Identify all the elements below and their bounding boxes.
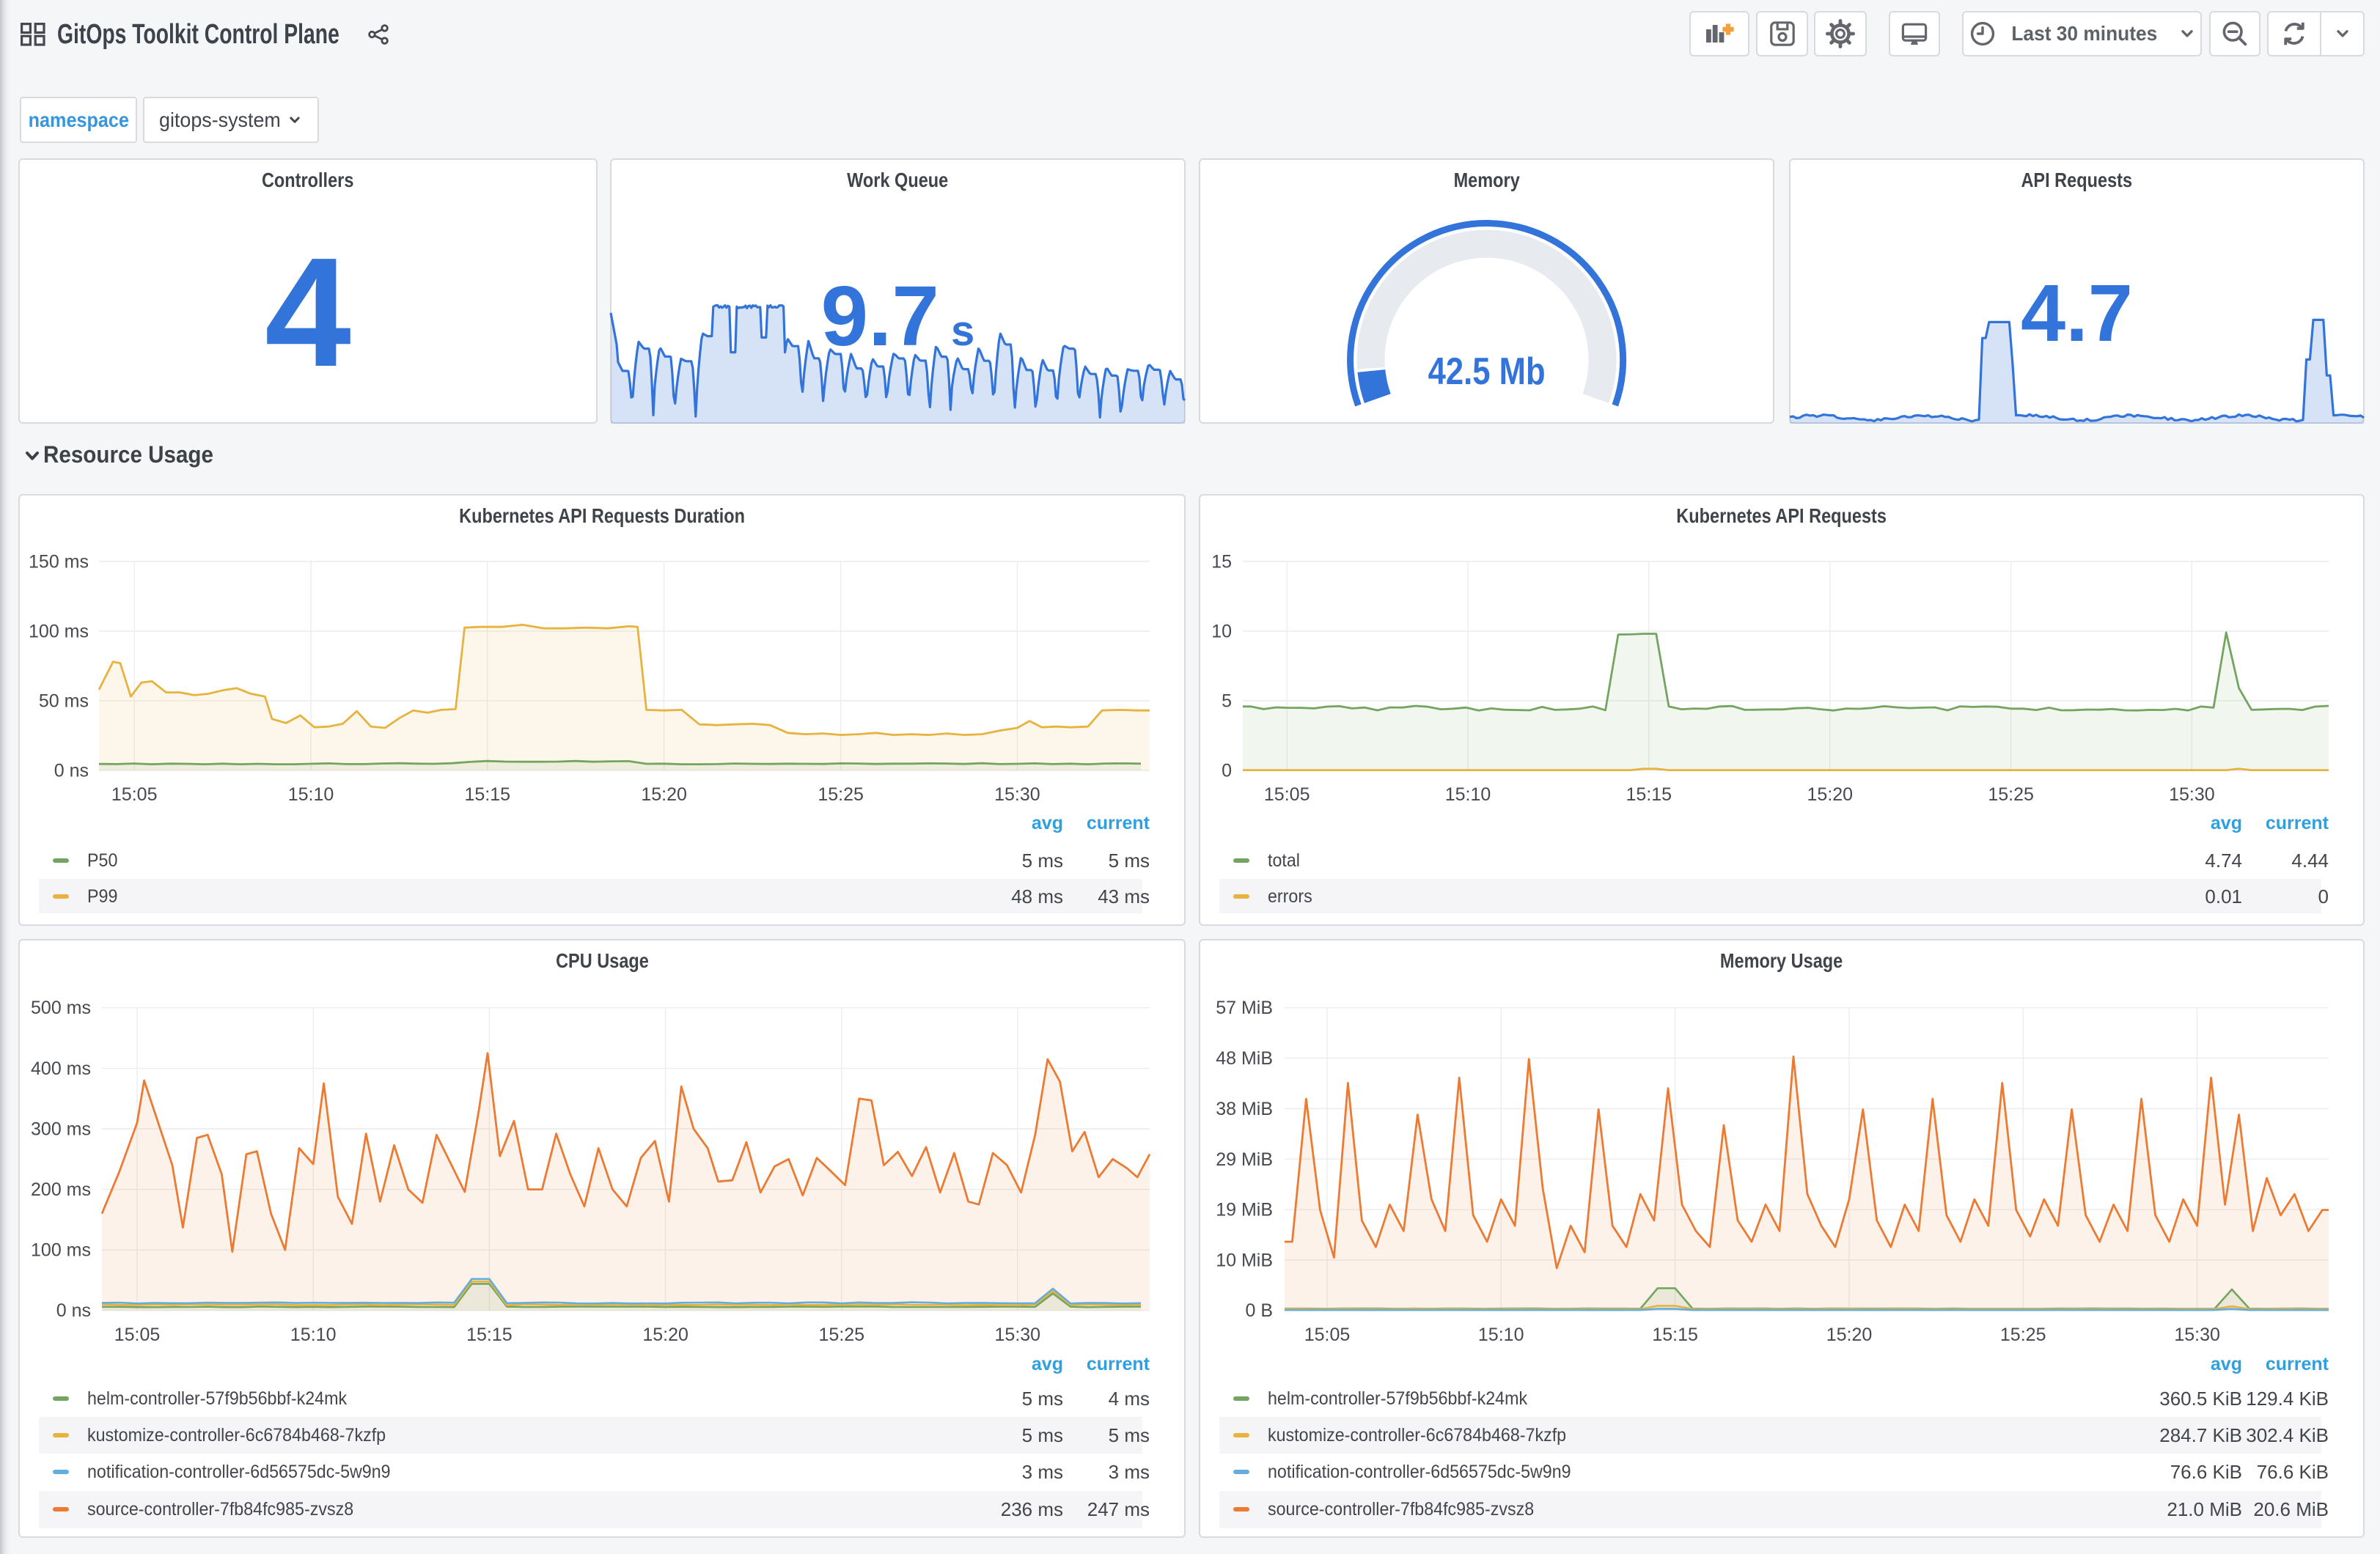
svg-text:15:25: 15:25 (2000, 1325, 2046, 1345)
svg-text:48 MiB: 48 MiB (1216, 1048, 1273, 1069)
svg-text:100 ms: 100 ms (31, 1240, 91, 1261)
svg-text:19 MiB: 19 MiB (1216, 1200, 1273, 1220)
svg-text:15:10: 15:10 (1445, 784, 1491, 805)
svg-text:15:10: 15:10 (290, 1325, 337, 1345)
svg-text:15:10: 15:10 (288, 784, 334, 805)
svg-text:15:15: 15:15 (1626, 784, 1672, 805)
svg-text:15:30: 15:30 (995, 1325, 1041, 1345)
svg-text:50 ms: 50 ms (39, 691, 89, 711)
svg-text:0 ns: 0 ns (54, 760, 89, 781)
svg-text:400 ms: 400 ms (31, 1058, 91, 1079)
svg-text:0: 0 (1222, 760, 1232, 781)
svg-text:57 MiB: 57 MiB (1216, 998, 1273, 1018)
svg-text:15:05: 15:05 (111, 784, 158, 805)
svg-text:15:20: 15:20 (1807, 784, 1854, 805)
svg-text:42.5 Mb: 42.5 Mb (1428, 350, 1546, 393)
svg-text:15:25: 15:25 (1988, 784, 2034, 805)
svg-text:100 ms: 100 ms (29, 621, 89, 641)
svg-text:300 ms: 300 ms (31, 1119, 91, 1139)
svg-text:15:15: 15:15 (466, 1325, 513, 1345)
svg-text:0 B: 0 B (1245, 1300, 1273, 1321)
svg-text:29 MiB: 29 MiB (1216, 1149, 1273, 1170)
svg-text:15: 15 (1211, 551, 1232, 572)
svg-text:15:20: 15:20 (642, 1325, 688, 1345)
svg-text:15:05: 15:05 (114, 1325, 161, 1345)
svg-text:15:30: 15:30 (2174, 1325, 2220, 1345)
svg-text:15:20: 15:20 (1826, 1325, 1873, 1345)
svg-text:15:15: 15:15 (1652, 1325, 1698, 1345)
svg-text:500 ms: 500 ms (31, 998, 91, 1018)
svg-text:15:10: 15:10 (1478, 1325, 1524, 1345)
svg-text:15:30: 15:30 (2169, 784, 2215, 805)
svg-text:15:05: 15:05 (1304, 1325, 1351, 1345)
svg-text:150 ms: 150 ms (29, 551, 89, 572)
svg-text:38 MiB: 38 MiB (1216, 1099, 1273, 1119)
svg-text:15:15: 15:15 (465, 784, 511, 805)
svg-text:200 ms: 200 ms (31, 1179, 91, 1200)
svg-text:15:30: 15:30 (994, 784, 1040, 805)
svg-text:15:20: 15:20 (641, 784, 687, 805)
svg-text:10 MiB: 10 MiB (1216, 1250, 1273, 1270)
svg-text:15:25: 15:25 (818, 784, 864, 805)
svg-text:15:05: 15:05 (1264, 784, 1310, 805)
svg-text:5: 5 (1222, 691, 1232, 711)
svg-text:10: 10 (1211, 621, 1232, 641)
svg-text:0 ns: 0 ns (56, 1300, 91, 1321)
svg-text:15:25: 15:25 (819, 1325, 865, 1345)
